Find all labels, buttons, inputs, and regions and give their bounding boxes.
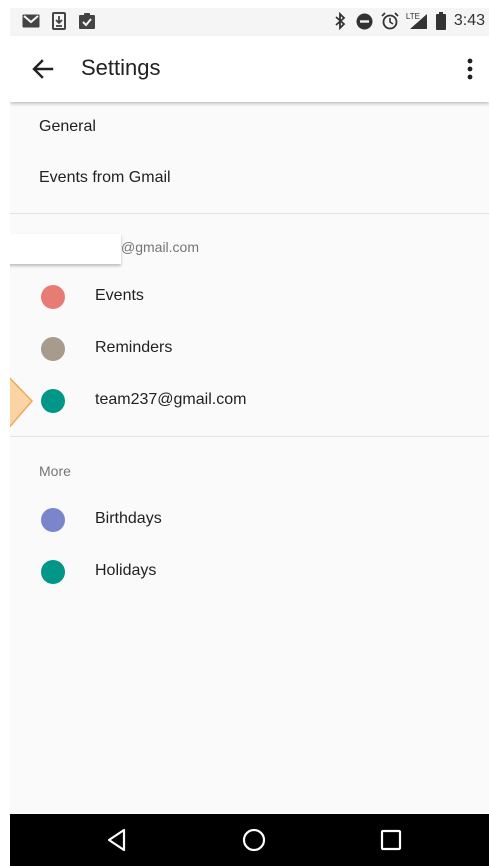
settings-item-general[interactable]: General <box>39 118 489 136</box>
calendar-label: team237@gmail.com <box>95 391 247 408</box>
alarm-icon <box>381 12 399 30</box>
more-section-label: More <box>39 463 71 479</box>
settings-item-events-from-gmail[interactable]: Events from Gmail <box>39 169 489 187</box>
lte-signal-icon: LTE <box>406 12 428 30</box>
calendar-color-dot <box>41 560 65 584</box>
calendar-item-events[interactable]: Events <box>10 271 489 323</box>
status-bar: LTE 3:43 <box>10 8 489 36</box>
calendar-label: Holidays <box>95 562 157 579</box>
calendar-item-birthdays[interactable]: Birthdays <box>10 494 489 546</box>
back-triangle-icon <box>107 828 126 852</box>
download-icon <box>50 12 68 30</box>
overflow-menu-button[interactable] <box>463 56 477 82</box>
more-vert-icon <box>467 58 473 80</box>
status-time: 3:43 <box>453 12 485 29</box>
divider <box>10 213 489 214</box>
gmail-icon <box>22 12 40 30</box>
calendar-color-dot <box>41 508 65 532</box>
bluetooth-icon <box>331 12 349 30</box>
calendar-color-dot <box>41 389 65 413</box>
nav-recents-button[interactable] <box>378 827 404 853</box>
settings-screen: LTE 3:43 Settings General Events from Gm… <box>10 8 489 866</box>
account-section-label: @gmail.com <box>121 239 200 255</box>
recents-square-icon <box>380 829 402 851</box>
back-button[interactable] <box>30 56 56 82</box>
calendar-item-reminders[interactable]: Reminders <box>10 323 489 375</box>
calendar-label: Reminders <box>95 339 173 356</box>
calendar-label: Events <box>95 287 144 304</box>
redaction-box <box>10 234 121 264</box>
clipboard-check-icon <box>78 12 96 30</box>
divider <box>10 436 489 437</box>
calendar-item-holidays[interactable]: Holidays <box>10 546 489 598</box>
calendar-color-dot <box>41 337 65 361</box>
battery-icon <box>435 12 447 30</box>
nav-home-button[interactable] <box>241 827 267 853</box>
arrow-back-icon <box>32 59 54 79</box>
calendar-item-team237[interactable]: team237@gmail.com <box>10 375 489 427</box>
nav-back-button[interactable] <box>105 827 131 853</box>
page-title: Settings <box>81 55 161 80</box>
system-nav-bar <box>10 814 489 866</box>
home-circle-icon <box>242 828 266 852</box>
calendar-label: Birthdays <box>95 510 162 527</box>
calendar-color-dot <box>41 285 65 309</box>
do-not-disturb-icon <box>356 12 374 30</box>
app-bar: Settings <box>10 36 489 102</box>
